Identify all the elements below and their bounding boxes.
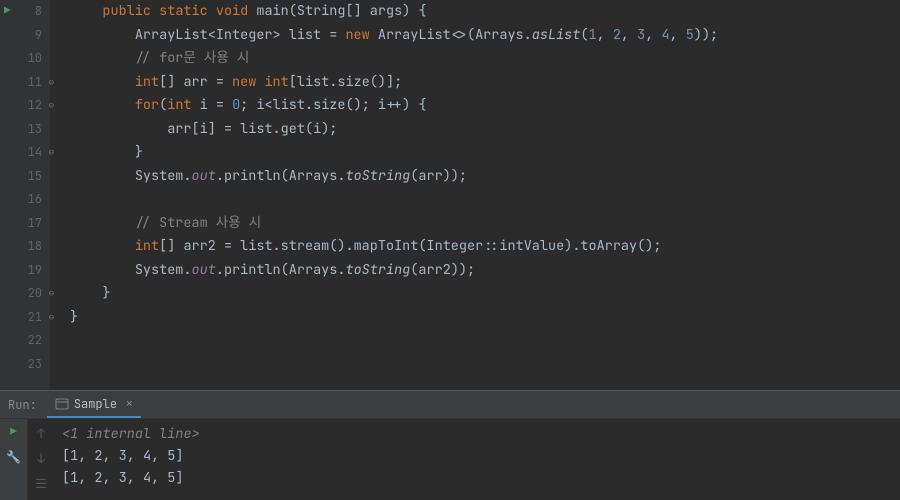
fold-icon[interactable]: ⊖ — [49, 71, 54, 95]
line-number: 10 — [28, 47, 42, 71]
line-number: 21 — [28, 306, 42, 330]
line-number: 11 — [28, 71, 42, 95]
line-number: 15 — [28, 165, 42, 189]
line-number: 13 — [28, 118, 42, 142]
line-number: 17 — [28, 212, 42, 236]
run-tab-name: Sample — [74, 396, 117, 412]
code-line[interactable]: // Stream 사용 시 — [70, 212, 900, 236]
code-line[interactable]: System.out.println(Arrays.toString(arr2)… — [70, 259, 900, 283]
line-number: 14 — [28, 141, 42, 165]
gutter-line: ▶ 8 — [0, 0, 42, 24]
code-line[interactable]: } — [70, 141, 900, 165]
code-line[interactable]: // for문 사용 시 — [70, 47, 900, 71]
code-line[interactable]: int[] arr2 = list.stream().mapToInt(Inte… — [70, 235, 900, 259]
line-gutter: ▶ 8 9 10 11⊖ 12⊖ 13 14⊖ 15 16 17 18 19 2… — [0, 0, 50, 390]
fold-icon[interactable]: ⊖ — [49, 141, 54, 165]
wrench-icon[interactable]: 🔧 — [6, 449, 21, 465]
code-line[interactable]: int[] arr = new int[list.size()]; — [70, 71, 900, 95]
code-line[interactable]: } — [70, 306, 900, 330]
code-line[interactable] — [70, 188, 900, 212]
line-number: 19 — [28, 259, 42, 283]
line-number: 20 — [28, 282, 42, 306]
code-line[interactable]: for(int i = 0; i<list.size(); i++) { — [70, 94, 900, 118]
console-line: [1, 2, 3, 4, 5] — [62, 467, 892, 489]
code-line[interactable]: ArrayList<Integer> list = new ArrayList<… — [70, 24, 900, 48]
run-toolbar: ▶ 🔧 — [0, 419, 28, 500]
run-gutter-icon[interactable]: ▶ — [4, 0, 11, 24]
code-line[interactable] — [70, 353, 900, 377]
run-tool-window: Run: Sample ✕ ▶ 🔧 ↑ ↓ ☰ <1 internal line… — [0, 390, 900, 500]
console-output[interactable]: <1 internal line> [1, 2, 3, 4, 5] [1, 2,… — [54, 419, 900, 500]
application-icon — [55, 397, 69, 411]
run-label: Run: — [8, 397, 37, 413]
console-line: [1, 2, 3, 4, 5] — [62, 445, 892, 467]
soft-wrap-icon[interactable]: ☰ — [35, 475, 47, 492]
line-number: 18 — [28, 235, 42, 259]
fold-icon[interactable]: ⊖ — [49, 306, 54, 330]
code-line[interactable]: System.out.println(Arrays.toString(arr))… — [70, 165, 900, 189]
code-line[interactable] — [70, 329, 900, 353]
close-icon[interactable]: ✕ — [126, 397, 133, 411]
run-body: ▶ 🔧 ↑ ↓ ☰ <1 internal line> [1, 2, 3, 4,… — [0, 419, 900, 500]
fold-icon[interactable]: ⊖ — [49, 94, 54, 118]
code-line[interactable]: public static void main(String[] args) { — [70, 0, 900, 24]
code-line[interactable]: arr[i] = list.get(i); — [70, 118, 900, 142]
run-tab[interactable]: Sample ✕ — [47, 391, 141, 418]
rerun-icon[interactable]: ▶ — [10, 425, 17, 439]
line-number: 16 — [28, 188, 42, 212]
code-line[interactable]: } — [70, 282, 900, 306]
line-number: 12 — [28, 94, 42, 118]
code-editor[interactable]: ▶ 8 9 10 11 ⊖ 12 ⊖ 13 14 ⊖ 15 16 17 18 19 2… — [0, 0, 900, 390]
line-number: 9 — [35, 24, 42, 48]
line-number: 22 — [28, 329, 42, 353]
console-line: <1 internal line> — [62, 423, 892, 445]
up-arrow-icon[interactable]: ↑ — [37, 425, 45, 442]
line-number: 8 — [35, 0, 42, 24]
run-nav: ↑ ↓ ☰ — [28, 419, 54, 500]
down-arrow-icon[interactable]: ↓ — [37, 450, 45, 467]
code-area[interactable]: public static void main(String[] args) {… — [50, 0, 900, 390]
run-header: Run: Sample ✕ — [0, 391, 900, 419]
fold-icon[interactable]: ⊖ — [49, 282, 54, 306]
line-number: 23 — [28, 353, 42, 377]
